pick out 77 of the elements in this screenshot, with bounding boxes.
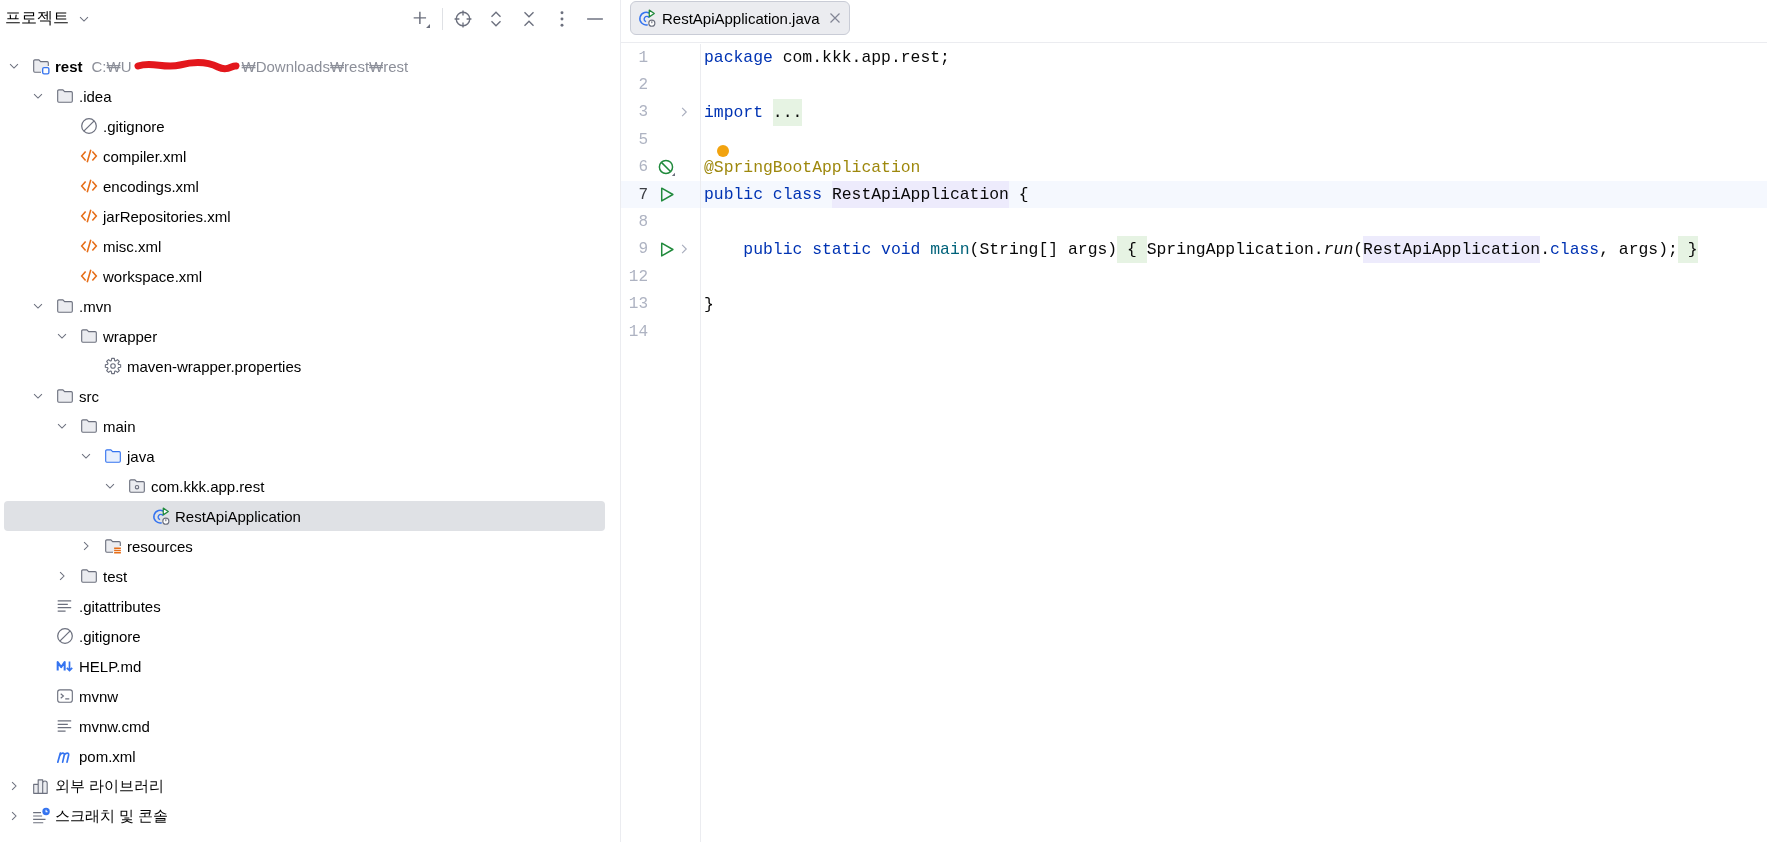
tree-item[interactable]: 외부 라이브러리 (4, 771, 605, 801)
tree-item[interactable]: mvnw (4, 681, 605, 711)
package-folder-icon (128, 477, 146, 495)
tree-item[interactable]: jarRepositories.xml (4, 201, 605, 231)
code-line: @SpringBootApplication (704, 157, 921, 177)
code-line: package com.kkk.app.rest; (704, 48, 950, 68)
tree-item[interactable]: .gitignore (4, 621, 605, 651)
line-number: 14 (627, 322, 648, 341)
tree-item[interactable]: .mvn (4, 291, 605, 321)
tree-item[interactable]: .idea (4, 81, 605, 111)
view-selector[interactable]: 프로젝트 (3, 6, 93, 31)
code-line: public class RestApiApplication { (704, 180, 1029, 209)
gear-icon (104, 357, 122, 375)
line-number: 6 (637, 158, 648, 177)
tree-item[interactable]: 스크래치 및 콘솔 (4, 801, 605, 831)
project-folder-icon (32, 57, 50, 75)
tree-item[interactable]: RestApiApplication (4, 501, 605, 531)
class-icon (638, 9, 656, 27)
folder-icon (80, 567, 98, 585)
hint-dot-icon[interactable] (717, 144, 729, 157)
tree-item[interactable]: src (4, 381, 605, 411)
line-number: 3 (637, 103, 648, 122)
tree-item[interactable]: java (4, 441, 605, 471)
tree-item[interactable]: maven-wrapper.properties (4, 351, 605, 381)
line-number: 7 (637, 185, 648, 204)
resources-folder-icon (104, 537, 122, 555)
text-file-icon (56, 717, 74, 735)
slashed-circle-icon (56, 627, 74, 645)
line-number: 12 (627, 267, 648, 286)
add-icon[interactable] (412, 9, 430, 28)
path-text: C:₩U (91, 57, 132, 75)
tree-item[interactable]: wrapper (4, 321, 605, 351)
folder-icon (80, 327, 98, 345)
class-icon (152, 507, 170, 525)
tree-item[interactable]: test (4, 561, 605, 591)
code-line: } (704, 294, 714, 314)
tree-item[interactable]: misc.xml (4, 231, 605, 261)
text-file-icon (56, 597, 74, 615)
folder-icon (56, 387, 74, 405)
tree-item[interactable]: mvnw.cmd (4, 711, 605, 741)
line-number: 8 (637, 213, 648, 232)
code-tag-icon (80, 267, 98, 285)
tree-item[interactable]: main (4, 411, 605, 441)
folder-icon (56, 87, 74, 105)
code-line: public static void main(String[] args) { SpringApplication.run(RestApiApplication.class, args); } (743, 235, 1698, 264)
tree-item[interactable]: encodings.xml (4, 171, 605, 201)
code-tag-icon (80, 237, 98, 255)
code-line: import ... (704, 98, 803, 127)
code-tag-icon (80, 207, 98, 225)
folder-icon (56, 297, 74, 315)
code-tag-icon (80, 177, 98, 195)
close-icon[interactable] (828, 12, 841, 24)
editor-tab[interactable]: RestApiApplication.java (630, 1, 850, 35)
code-tag-icon (80, 147, 98, 165)
source-folder-icon (104, 447, 122, 465)
tree-item[interactable]: com.kkk.app.rest (4, 471, 605, 501)
terminal-icon (56, 687, 74, 705)
tree-item[interactable]: HELP.md (4, 651, 605, 681)
tree-item[interactable]: compiler.xml (4, 141, 605, 171)
tree-item[interactable]: .gitattributes (4, 591, 605, 621)
slashed-circle-icon (80, 117, 98, 135)
crosshair-icon[interactable] (454, 9, 472, 28)
tree-item[interactable]: resources (4, 531, 605, 561)
line-number: 2 (637, 76, 648, 95)
slashed-circle-icon[interactable] (657, 158, 675, 176)
line-number: 13 (627, 295, 648, 314)
tree-item[interactable]: .gitignore (4, 111, 605, 141)
path-text: ₩Downloads₩rest₩rest (241, 57, 409, 75)
tree-item[interactable]: workspace.xml (4, 261, 605, 291)
line-number: 5 (637, 130, 648, 149)
tree-item[interactable]: rest C:₩U ₩Downloads₩rest₩rest (4, 51, 605, 81)
line-number: 9 (637, 240, 648, 259)
scratch-icon (32, 807, 50, 825)
tree-item[interactable]: pom.xml (4, 741, 605, 771)
folder-icon (80, 417, 98, 435)
library-icon (32, 777, 50, 795)
line-number: 1 (637, 48, 648, 67)
